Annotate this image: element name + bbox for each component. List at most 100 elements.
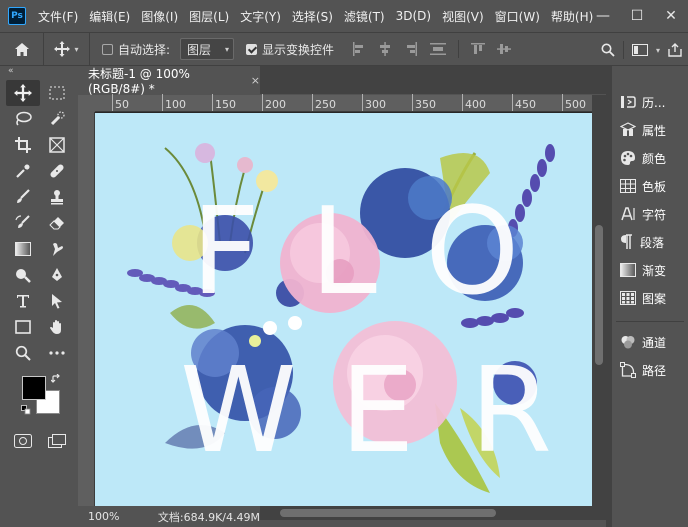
panel-paths[interactable]: 路径: [612, 356, 688, 384]
menu-view[interactable]: 视图(V): [442, 8, 484, 25]
canvas-letter-l: L: [310, 183, 377, 322]
canvas-letter-w: W: [180, 341, 297, 479]
more-tools-button[interactable]: [40, 340, 74, 366]
menu-select[interactable]: 选择(S): [292, 8, 333, 25]
marquee-tool[interactable]: [40, 80, 74, 106]
search-icon[interactable]: [601, 43, 615, 57]
hand-icon: [50, 320, 61, 334]
vertical-ruler[interactable]: [78, 112, 95, 506]
swap-colors-icon[interactable]: [51, 374, 61, 384]
smudge-tool[interactable]: [40, 236, 74, 262]
panel-history-label: 历...: [642, 95, 666, 110]
menu-file[interactable]: 文件(F): [38, 8, 78, 25]
menu-edit[interactable]: 编辑(E): [89, 8, 130, 25]
ruler-label: 200: [265, 98, 286, 111]
eraser-tool[interactable]: [40, 210, 74, 236]
ruler-tick: [562, 94, 563, 111]
zoom-tool[interactable]: [6, 340, 40, 366]
screen-mode-button[interactable]: [40, 428, 74, 454]
show-transform-checkbox[interactable]: [246, 43, 258, 55]
maximize-button[interactable]: ☐: [620, 0, 654, 32]
crop-icon: [15, 137, 31, 153]
brush-tool[interactable]: [6, 184, 40, 210]
menu-3d[interactable]: 3D(D): [396, 9, 431, 23]
panel-dock: 历... 属性 颜色 色板 字符 段落 渐变 图案 通道 路径: [612, 66, 688, 527]
history-brush-tool[interactable]: [6, 210, 40, 236]
clone-stamp-tool[interactable]: [40, 184, 74, 210]
vertical-scrollbar[interactable]: [592, 95, 606, 506]
menu-filter[interactable]: 滤镜(T): [344, 8, 385, 25]
document-tab[interactable]: 未标题-1 @ 100%(RGB/8#) * ×: [78, 66, 260, 96]
panel-paragraph-label: 段落: [640, 235, 665, 250]
document-canvas[interactable]: F L O W E R: [95, 113, 592, 506]
ruler-label: 250: [315, 98, 336, 111]
workspace-icon[interactable]: [631, 44, 648, 56]
default-colors-icon[interactable]: [21, 405, 31, 415]
auto-select-label: 自动选择:: [118, 42, 171, 57]
panel-history[interactable]: 历...: [612, 88, 688, 116]
menu-type[interactable]: 文字(Y): [240, 8, 281, 25]
panel-character[interactable]: 字符: [612, 200, 688, 228]
menu-image[interactable]: 图像(I): [141, 8, 178, 25]
canvas-letter-r: R: [470, 341, 552, 479]
healing-brush-tool[interactable]: [40, 158, 74, 184]
panel-swatches[interactable]: 色板: [612, 172, 688, 200]
type-tool[interactable]: [6, 288, 40, 314]
chevron-down-icon[interactable]: ▾: [656, 46, 660, 55]
lasso-tool[interactable]: [6, 106, 40, 132]
align-left-icon[interactable]: [352, 42, 366, 56]
horizontal-scroll-thumb[interactable]: [280, 509, 496, 517]
close-button[interactable]: ✕: [654, 0, 688, 32]
frame-tool[interactable]: [40, 132, 74, 158]
ruler-label: 350: [415, 98, 436, 111]
minimize-button[interactable]: —: [586, 0, 620, 32]
menu-window[interactable]: 窗口(W): [495, 8, 540, 25]
quick-selection-icon: [50, 111, 65, 126]
quick-mask-button[interactable]: [6, 428, 40, 454]
panel-paragraph[interactable]: 段落: [612, 228, 688, 256]
toolbar-collapse-arrows[interactable]: «: [8, 66, 14, 78]
auto-select-target-dropdown[interactable]: 图层 ▾: [180, 38, 235, 60]
move-icon: [14, 84, 32, 102]
hand-tool[interactable]: [40, 314, 74, 340]
menu-layer[interactable]: 图层(L): [189, 8, 229, 25]
panel-color-label: 颜色: [642, 151, 667, 166]
panel-channels[interactable]: 通道: [612, 328, 688, 356]
panel-properties-label: 属性: [642, 123, 667, 138]
home-button[interactable]: [0, 32, 44, 66]
horizontal-ruler[interactable]: 50 100 150 200 250 300 350 400 450 500: [95, 94, 592, 112]
dodge-tool[interactable]: [6, 262, 40, 288]
gradient-icon: [620, 263, 636, 277]
gradient-tool[interactable]: [6, 236, 40, 262]
panel-properties[interactable]: 属性: [612, 116, 688, 144]
ruler-label: 100: [165, 98, 186, 111]
panel-color[interactable]: 颜色: [612, 144, 688, 172]
zoom-level[interactable]: 100%: [78, 510, 122, 523]
eyedropper-tool[interactable]: [6, 158, 40, 184]
pen-tool[interactable]: [40, 262, 74, 288]
panel-patterns[interactable]: 图案: [612, 284, 688, 312]
share-icon[interactable]: [668, 43, 682, 57]
vertical-scroll-thumb[interactable]: [595, 225, 603, 365]
auto-select-target-value: 图层: [187, 42, 212, 57]
ruler-corner[interactable]: [78, 95, 95, 112]
distribute-vertical-icon[interactable]: [430, 42, 447, 56]
options-right-controls: ▾: [601, 33, 682, 67]
auto-select-checkbox[interactable]: [102, 43, 113, 55]
crop-tool[interactable]: [6, 132, 40, 158]
align-center-h-icon[interactable]: [378, 42, 392, 56]
align-top-icon[interactable]: [471, 42, 486, 56]
move-tool[interactable]: [6, 80, 40, 106]
align-middle-v-icon[interactable]: [497, 42, 512, 56]
rectangle-tool[interactable]: [6, 314, 40, 340]
horizontal-scrollbar[interactable]: [260, 506, 606, 520]
panel-gradients[interactable]: 渐变: [612, 256, 688, 284]
path-selection-tool[interactable]: [40, 288, 74, 314]
align-right-icon[interactable]: [404, 42, 418, 56]
foreground-color-swatch[interactable]: [22, 376, 46, 400]
move-tool-preset[interactable]: ▾: [44, 32, 90, 66]
quick-selection-tool[interactable]: [40, 106, 74, 132]
ruler-tick: [462, 94, 463, 111]
close-tab-icon[interactable]: ×: [251, 74, 260, 87]
panel-patterns-label: 图案: [642, 291, 667, 306]
